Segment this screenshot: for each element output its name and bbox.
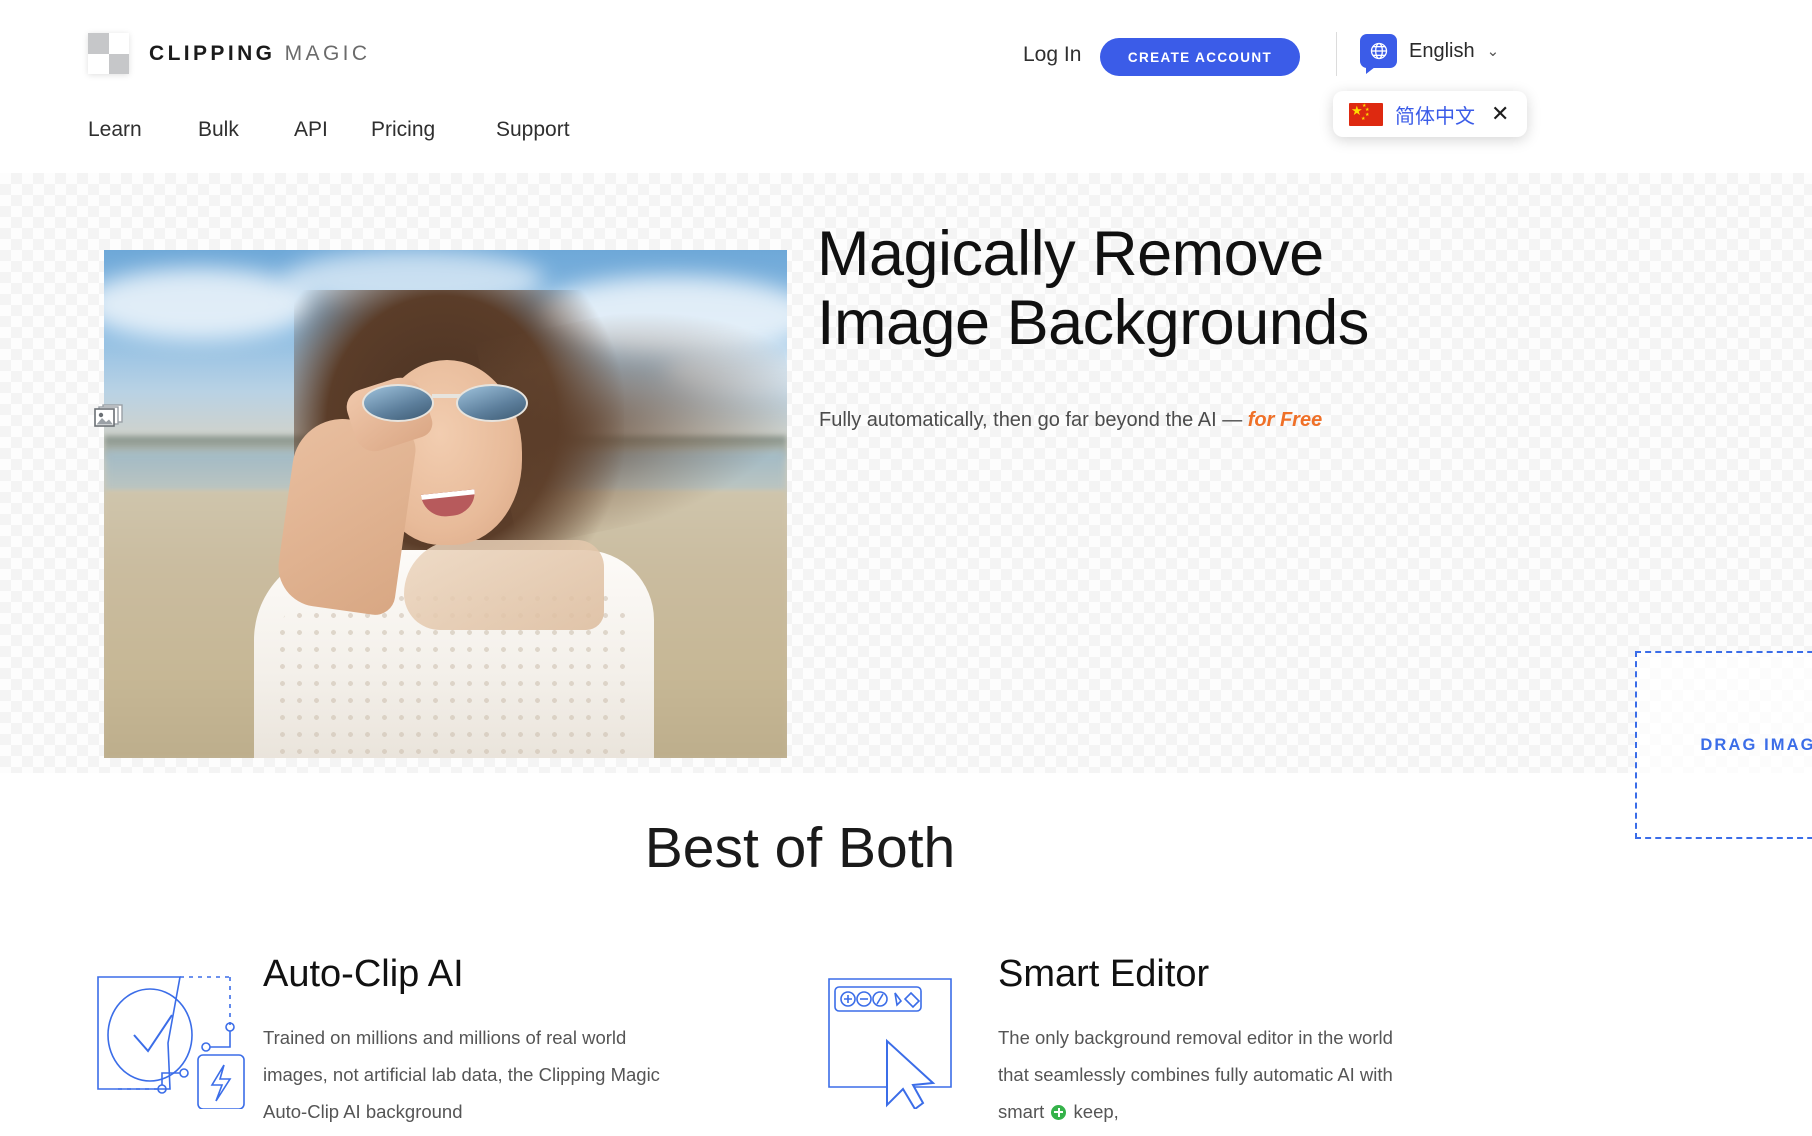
create-account-button[interactable]: CREATE ACCOUNT xyxy=(1100,38,1300,76)
hero-photo xyxy=(104,250,787,758)
globe-icon xyxy=(1360,34,1397,74)
hero-subtitle-highlight: for Free xyxy=(1247,409,1323,431)
china-flag-icon: ★ ★ ★ ★ ★ xyxy=(1349,102,1383,126)
page-title: Magically Remove Image Backgrounds xyxy=(817,220,1717,357)
hero-subtitle: Fully automatically, then go far beyond … xyxy=(819,409,1322,432)
feature-text-auto-clip-ai: Trained on millions and millions of real… xyxy=(263,1026,660,1122)
main-navigation: Learn Bulk API Pricing Support xyxy=(88,118,570,142)
nav-item-bulk[interactable]: Bulk xyxy=(198,118,294,142)
logo[interactable]: CLIPPING MAGIC xyxy=(88,33,370,74)
language-selector[interactable]: English ⌄ xyxy=(1360,34,1500,74)
feature-smart-editor: Smart Editor The only background removal… xyxy=(823,953,1428,1130)
chevron-down-icon: ⌄ xyxy=(1486,42,1500,60)
section-title-best-of-both: Best of Both xyxy=(644,816,956,880)
close-icon[interactable]: ✕ xyxy=(1487,103,1509,125)
language-option-chinese[interactable]: 简体中文 xyxy=(1395,100,1475,129)
nav-item-learn[interactable]: Learn xyxy=(88,118,198,142)
feature-text-smart-editor: The only background removal editor in th… xyxy=(998,1019,1428,1130)
site-header: CLIPPING MAGIC Log In CREATE ACCOUNT Eng… xyxy=(0,0,1812,173)
hero-copy: Magically Remove Image Backgrounds Fully… xyxy=(817,173,1812,839)
feature-auto-clip-ai: Auto-Clip AI Trained on millions and mil… xyxy=(88,953,693,1130)
feature-title-auto-clip-ai: Auto-Clip AI xyxy=(263,953,464,995)
logo-text: CLIPPING MAGIC xyxy=(149,42,370,66)
nav-item-support[interactable]: Support xyxy=(496,118,570,142)
nav-item-api[interactable]: API xyxy=(294,118,371,142)
header-divider xyxy=(1336,32,1337,76)
hero-section: Magically Remove Image Backgrounds Fully… xyxy=(0,173,1812,839)
checkerboard-logo-icon xyxy=(88,33,129,74)
hero-title-line1: Magically Remove xyxy=(817,219,1324,289)
feature-text-after-badge: keep, xyxy=(1068,1100,1119,1122)
language-suggestion-popup: ★ ★ ★ ★ ★ 简体中文 ✕ xyxy=(1333,91,1528,137)
feature-body: Auto-Clip AI Trained on millions and mil… xyxy=(263,953,693,1130)
drag-image-dropzone[interactable]: DRAG IMAGE HERE xyxy=(1635,651,1812,839)
keep-plus-badge-icon xyxy=(1051,1104,1067,1120)
logo-brand-light: MAGIC xyxy=(284,41,371,65)
drag-image-label: DRAG IMAGE HERE xyxy=(1700,735,1812,754)
features-row: Auto-Clip AI Trained on millions and mil… xyxy=(0,953,1812,1136)
hero-title-line2: Image Backgrounds xyxy=(817,287,1369,358)
login-link[interactable]: Log In xyxy=(1023,43,1081,67)
auto-clip-ai-icon xyxy=(88,955,263,1130)
feature-body: Smart Editor The only background removal… xyxy=(998,953,1428,1130)
nav-item-pricing[interactable]: Pricing xyxy=(371,118,496,142)
hero-subtitle-text: Fully automatically, then go far beyond … xyxy=(819,409,1248,431)
language-current-label: English xyxy=(1409,39,1475,62)
feature-title-smart-editor: Smart Editor xyxy=(998,953,1210,995)
stacked-images-icon xyxy=(94,403,126,431)
smart-editor-icon xyxy=(823,955,998,1130)
logo-brand-bold: CLIPPING xyxy=(149,41,276,65)
